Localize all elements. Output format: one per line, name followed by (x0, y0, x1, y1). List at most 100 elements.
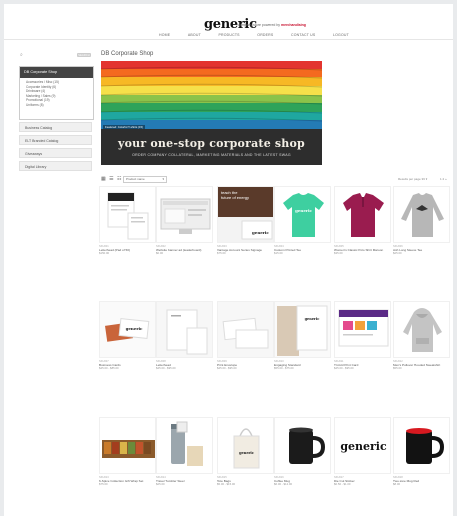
product-meta: SKU011 Tri-fold Print Card $45.00 - $95.00 (334, 360, 391, 371)
product-meta: SKU009 Print Envelope $45.00 - $95.00 (217, 360, 274, 371)
view-toggle-icons[interactable]: ▦ ☰ ☷ (101, 176, 122, 182)
product-image[interactable] (393, 186, 450, 243)
product-meta: SKU014 Travel Tumbler Steel $25.00 (156, 476, 213, 487)
signage-line-2: future of energy (221, 195, 250, 200)
product-card[interactable]: SKU016 Coffee Mug $6.00 - $12.00 (274, 417, 331, 487)
product-image[interactable] (156, 301, 213, 358)
results-per-page[interactable]: Results per page 36 ▾ (398, 177, 427, 181)
product-price: $45.00 - $95.00 (156, 366, 176, 371)
search-bar: ⌕ SEARCH (19, 52, 91, 59)
product-card[interactable]: generic SKU004 Custom Printed Tee $15.00 (274, 186, 331, 256)
product-price: $45.00 - $95.00 (217, 366, 237, 371)
product-image[interactable]: teach the future of energy generic (217, 186, 274, 243)
product-image[interactable]: generic (334, 417, 391, 474)
signage-headline: teach the future of energy (221, 190, 249, 200)
chevron-down-icon: ▾ (162, 177, 164, 181)
nav-contact[interactable]: CONTACT US (291, 33, 315, 37)
product-price: $25.00 (156, 482, 165, 487)
svg-text:generic: generic (305, 317, 320, 321)
search-input[interactable] (25, 52, 73, 57)
results-per-page-label: Results per page (398, 177, 421, 181)
product-card[interactable]: SKU005 Women's Classic Polo Shirt Maroon $… (334, 186, 391, 256)
product-image[interactable] (274, 417, 331, 474)
product-meta: SKU004 Custom Printed Tee $15.00 (274, 245, 331, 256)
product-card[interactable]: SKU006 Ash Long Sleeve Tee $25.00 (393, 186, 450, 256)
product-image[interactable] (334, 186, 391, 243)
nav-products[interactable]: PRODUCTS (218, 33, 239, 37)
tagline-prefix: company store powered by (238, 23, 281, 27)
product-card[interactable]: SKU014 Travel Tumbler Steel $25.00 (156, 417, 213, 487)
product-meta: SKU013 6-Spice Collection Gift Wrap Set $7… (99, 476, 156, 487)
product-meta: SKU001 Letterhead (Pad of 50) $150.00 (99, 245, 156, 256)
product-card[interactable]: SKU013 6-Spice Collection Gift Wrap Set $7… (99, 417, 156, 487)
top-nav: HOME ABOUT PRODUCTS ORDERS CONTACT US LO… (159, 33, 349, 37)
hero-banner[interactable]: Featured: Colorful T-shirts (15) your on… (101, 61, 322, 165)
category-item[interactable]: Uniforms (8) (26, 103, 93, 108)
product-card[interactable]: generic SKU010 Engaging Standard $55.00 - $… (274, 301, 331, 371)
product-image[interactable] (393, 301, 450, 358)
page: generic company store powered by merchan… (4, 4, 453, 516)
sidebar-item-digital-library[interactable]: Digital Library (19, 161, 92, 171)
product-image[interactable] (99, 417, 156, 474)
pagination[interactable]: 1 2 » (440, 177, 447, 181)
product-card[interactable]: SKU002 Website banner ad (leaderboard) $0.… (156, 186, 213, 256)
product-card[interactable]: teach the future of energy generic SKU003 Va… (217, 186, 274, 256)
product-card[interactable]: generic SKU017 Die Cut Sticker $0.50 - $1.0… (334, 417, 391, 487)
nav-orders[interactable]: ORDERS (257, 33, 273, 37)
product-image[interactable] (217, 301, 274, 358)
signage-logo: generic (252, 230, 269, 235)
banner-caption: Featured: Colorful T-shirts (15) (103, 125, 146, 129)
product-meta: SKU007 Business Cards $45.00 - $85.00 (99, 360, 156, 371)
nav-about[interactable]: ABOUT (188, 33, 201, 37)
sidebar-item-elt-catalog[interactable]: ELT Branded Catalog (19, 135, 92, 145)
product-price: $55.00 (393, 366, 402, 371)
banner-subtitle: ORDER COMPANY COLLATERAL, MARKETING MATE… (132, 153, 291, 157)
product-image[interactable] (156, 417, 213, 474)
product-card[interactable]: generic SKU007 Business Cards $45.00 - $85.… (99, 301, 156, 371)
product-card[interactable]: SKU009 Print Envelope $45.00 - $95.00 (217, 301, 274, 371)
sort-select[interactable]: Product name ▾ (123, 176, 167, 183)
category-panel-title[interactable]: DB Corporate Shop (20, 67, 93, 78)
product-toolbar: ▦ ☰ ☷ Product name ▾ Results per page 36 … (101, 176, 451, 183)
product-meta: SKU017 Die Cut Sticker $0.50 - $1.00 (334, 476, 391, 487)
product-price: $8.00 (393, 482, 400, 487)
product-card[interactable]: SKU018 Two-tone Mug Red $8.00 (393, 417, 450, 487)
product-card[interactable]: SKU001 Letterhead (Pad of 50) $150.00 (99, 186, 156, 256)
nav-home[interactable]: HOME (159, 33, 170, 37)
product-image[interactable] (99, 186, 156, 243)
product-image[interactable] (334, 301, 391, 358)
product-image[interactable]: generic (217, 417, 274, 474)
svg-text:generic: generic (295, 208, 312, 213)
search-button[interactable]: SEARCH (77, 53, 91, 57)
product-image[interactable]: generic (99, 301, 156, 358)
product-card[interactable]: SKU011 Tri-fold Print Card $45.00 - $95.00 (334, 301, 391, 371)
product-price: $150.00 (99, 251, 110, 256)
product-meta: SKU005 Women's Classic Polo Shirt Maroon $… (334, 245, 391, 256)
product-image[interactable] (156, 186, 213, 243)
sidebar-item-business-catalog[interactable]: Business Catalog (19, 122, 92, 132)
product-card[interactable]: SKU012 Men's Pullover Hooded Sweatshirt $5… (393, 301, 450, 371)
svg-text:generic: generic (126, 326, 143, 331)
svg-text:generic: generic (340, 440, 387, 453)
svg-text:generic: generic (239, 451, 254, 455)
results-per-page-value[interactable]: 36 (422, 177, 425, 181)
product-meta: SKU015 Tote Bags $5.00 - $15.00 (217, 476, 274, 487)
product-price: $75.00 (217, 251, 226, 256)
product-price: $45.00 - $85.00 (99, 366, 119, 371)
product-image[interactable] (393, 417, 450, 474)
product-image[interactable]: generic (274, 186, 331, 243)
product-card[interactable]: generic SKU015 Tote Bags $5.00 - $15.00 (217, 417, 274, 487)
header-divider (4, 39, 453, 40)
product-meta: SKU003 Vantage Account Series Signage $75.… (217, 245, 274, 256)
sidebar-item-giveaways[interactable]: Giveaways (19, 148, 92, 158)
product-image[interactable]: generic (274, 301, 331, 358)
category-list: Accessories / Misc (15) Corporate Identi… (20, 80, 93, 108)
nav-logout[interactable]: LOGOUT (333, 33, 349, 37)
product-meta: SKU016 Coffee Mug $6.00 - $12.00 (274, 476, 331, 487)
category-panel: DB Corporate Shop Accessories / Misc (15… (19, 66, 94, 120)
search-icon[interactable]: ⌕ (20, 52, 23, 58)
product-card[interactable]: SKU008 Letterhead $45.00 - $95.00 (156, 301, 213, 371)
product-price: $15.00 (274, 251, 283, 256)
product-price: $45.00 - $95.00 (334, 366, 354, 371)
logo-tagline: company store powered by merchandising (238, 23, 306, 27)
